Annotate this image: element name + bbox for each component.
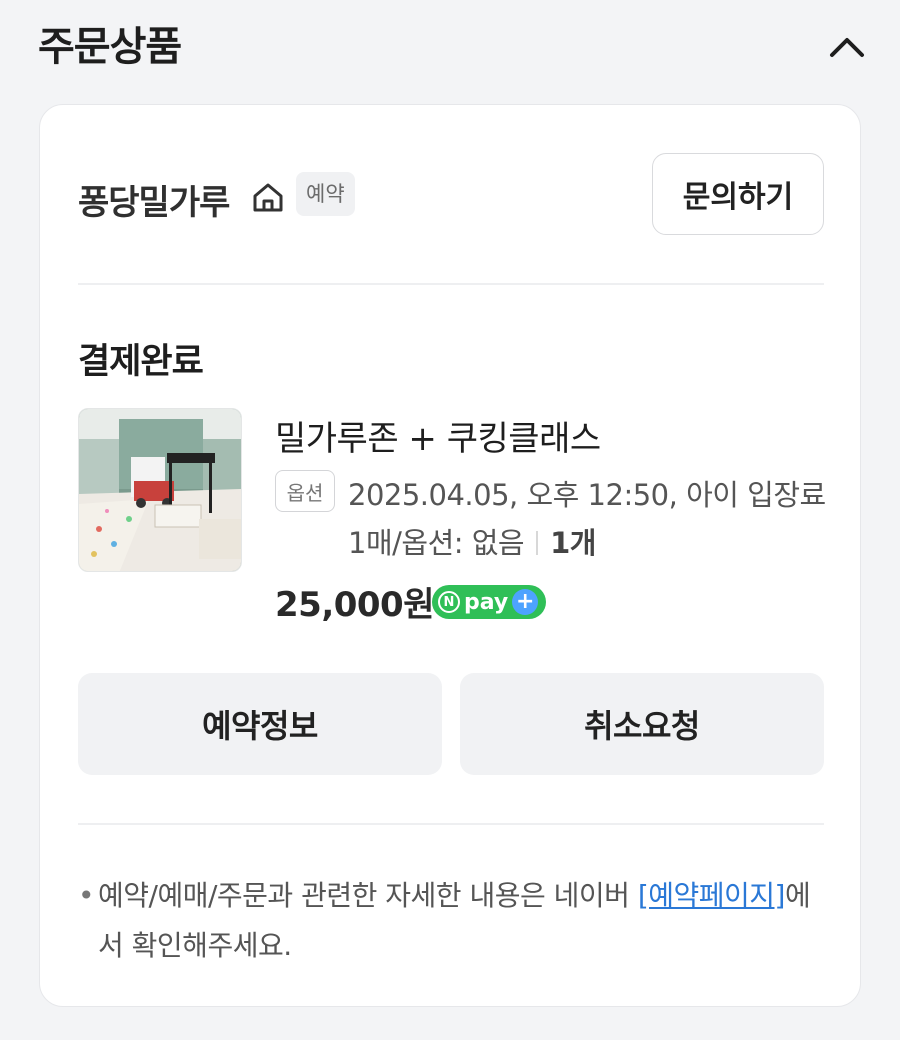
cancel-request-button[interactable]: 취소요청 xyxy=(460,673,824,775)
quantity: 1개 xyxy=(550,526,596,560)
divider xyxy=(78,823,824,825)
inquiry-button[interactable]: 문의하기 xyxy=(652,153,824,235)
home-icon[interactable] xyxy=(250,179,286,215)
reservation-page-link[interactable]: [예약페이지] xyxy=(638,879,786,912)
notice: • 예약/예매/주문과 관련한 자세한 내용은 네이버 [예약페이지]에서 확인해… xyxy=(78,871,824,971)
separator xyxy=(536,531,539,555)
product-thumbnail[interactable] xyxy=(78,408,242,572)
option-details: 2025.04.05, 오후 12:50, 아이 입장료 xyxy=(348,478,826,512)
plus-icon: + xyxy=(512,589,539,615)
notice-text: 예약/예매/주문과 관련한 자세한 내용은 네이버 xyxy=(98,879,638,912)
npay-plus-badge: N pay + xyxy=(432,585,546,619)
order-items-header: 주문상품 xyxy=(0,0,900,92)
option-details-line2: 1매/옵션: 없음 1개 xyxy=(348,519,596,567)
order-card: 퐁당밀가루 예약 문의하기 결제완료 밀가루존 + 쿠킹클래스 옵션 2025.… xyxy=(39,104,861,1007)
store-name[interactable]: 퐁당밀가루 xyxy=(78,175,230,224)
store-row: 퐁당밀가루 예약 문의하기 xyxy=(78,153,824,237)
option-badge: 옵션 xyxy=(275,470,335,512)
section-title: 주문상품 xyxy=(38,24,182,70)
chevron-up-icon xyxy=(830,38,864,57)
product-title[interactable]: 밀가루존 + 쿠킹클래스 xyxy=(275,411,601,460)
npay-label: pay xyxy=(464,589,509,615)
order-status: 결제완료 xyxy=(78,342,204,382)
naver-n-icon: N xyxy=(438,591,460,613)
option-summary: 1매/옵션: 없음 xyxy=(348,526,525,560)
price: 25,000원 xyxy=(275,585,434,625)
reservation-badge: 예약 xyxy=(296,172,355,216)
divider xyxy=(78,283,824,285)
bullet: • xyxy=(78,879,95,912)
collapse-button[interactable] xyxy=(820,22,874,72)
reservation-info-button[interactable]: 예약정보 xyxy=(78,673,442,775)
